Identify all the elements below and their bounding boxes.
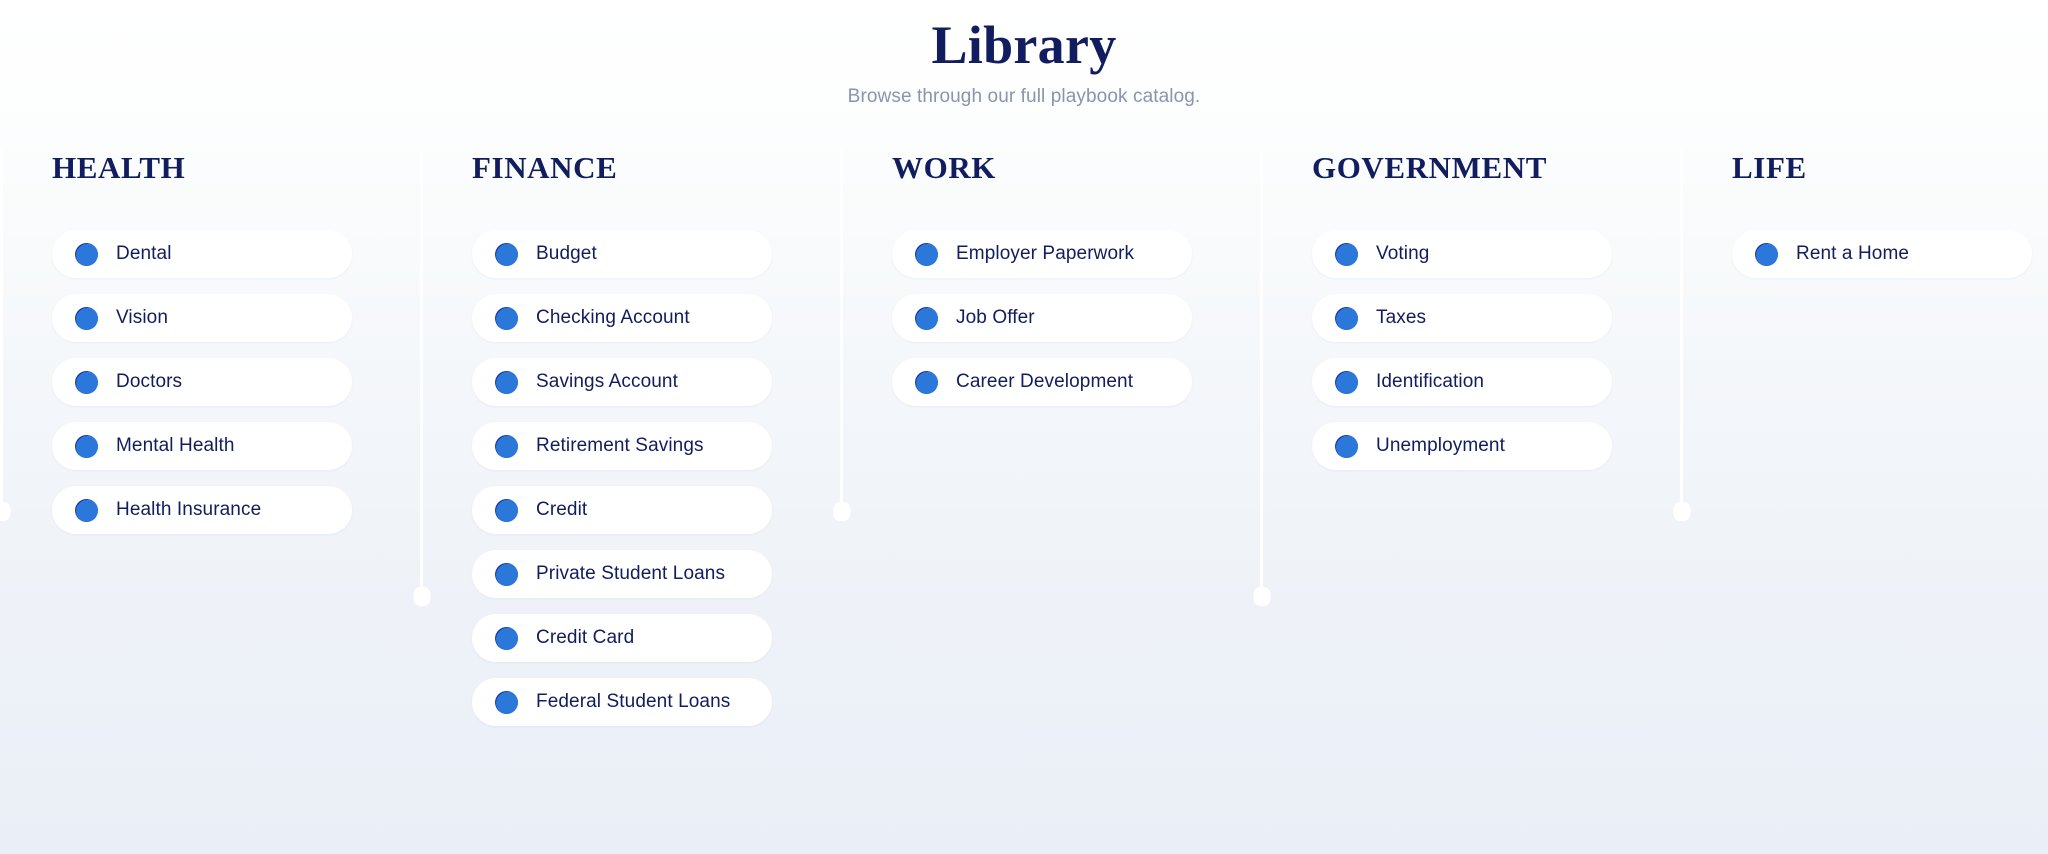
category-column-finance: FINANCE Budget Checking Account Savings Acc… [420,150,840,854]
overlapping-circles-icon [495,434,518,458]
overlapping-circles-icon [495,562,518,586]
playbook-item[interactable]: Career Development [892,358,1192,406]
overlapping-circles-icon [915,306,938,330]
playbook-item[interactable]: Unemployment [1312,422,1612,470]
playbook-item[interactable]: Job Offer [892,294,1192,342]
playbook-item-label: Taxes [1376,307,1427,328]
playbook-item-label: Credit Card [536,627,635,648]
playbook-item-label: Unemployment [1376,435,1505,456]
page-header: Library Browse through our full playbook… [0,0,2048,108]
playbook-list-finance: Budget Checking Account Savings Account Ret… [472,230,840,726]
playbook-item-label: Career Development [956,371,1134,392]
playbook-item[interactable]: Federal Student Loans [472,678,772,726]
column-divider-life [1680,150,1683,505]
playbook-item[interactable]: Employer Paperwork [892,230,1192,278]
overlapping-circles-icon [495,242,518,266]
overlapping-circles-icon [75,242,98,266]
playbook-item-label: Budget [536,243,597,264]
overlapping-circles-icon [915,242,938,266]
playbook-item-label: Credit [536,499,588,520]
playbook-item-label: Dental [116,243,172,264]
category-columns: HEALTH Dental Vision Doctors Mental Health He… [0,150,2048,854]
playbook-list-life: Rent a Home [1732,230,2048,278]
playbook-item-label: Employer Paperwork [956,243,1135,264]
playbook-item[interactable]: Savings Account [472,358,772,406]
playbook-item[interactable]: Retirement Savings [472,422,772,470]
playbook-item[interactable]: Credit Card [472,614,772,662]
overlapping-circles-icon [495,690,518,714]
category-column-government: GOVERNMENT Voting Taxes Identification Unemp… [1260,150,1680,854]
playbook-item-label: Identification [1376,371,1485,392]
playbook-item-label: Savings Account [536,371,678,392]
playbook-item-label: Rent a Home [1796,243,1910,264]
overlapping-circles-icon [495,498,518,522]
playbook-item-label: Doctors [116,371,183,392]
playbook-item[interactable]: Health Insurance [52,486,352,534]
playbook-item-label: Federal Student Loans [536,691,731,712]
page-subtitle: Browse through our full playbook catalog… [847,86,1201,108]
playbook-item[interactable]: Credit [472,486,772,534]
page-title: Library [931,15,1117,75]
playbook-item[interactable]: Doctors [52,358,352,406]
overlapping-circles-icon [75,370,98,394]
overlapping-circles-icon [495,370,518,394]
column-divider-work [840,150,843,505]
playbook-item[interactable]: Budget [472,230,772,278]
playbook-item[interactable]: Private Student Loans [472,550,772,598]
playbook-item[interactable]: Dental [52,230,352,278]
playbook-item-label: Health Insurance [116,499,262,520]
overlapping-circles-icon [495,626,518,650]
playbook-item[interactable]: Taxes [1312,294,1612,342]
playbook-item[interactable]: Mental Health [52,422,352,470]
playbook-item-label: Retirement Savings [536,435,704,456]
column-divider-finance [420,150,423,590]
playbook-item-label: Private Student Loans [536,563,726,584]
category-column-life: LIFE Rent a Home [1680,150,2048,854]
category-column-work: WORK Employer Paperwork Job Offer Career De… [840,150,1260,854]
playbook-item-label: Job Offer [956,307,1035,328]
playbook-item[interactable]: Checking Account [472,294,772,342]
playbook-list-health: Dental Vision Doctors Mental Health Health I… [52,230,420,534]
playbook-item[interactable]: Identification [1312,358,1612,406]
overlapping-circles-icon [915,370,938,394]
category-title-finance: FINANCE [472,150,618,185]
overlapping-circles-icon [75,306,98,330]
overlapping-circles-icon [1335,370,1358,394]
overlapping-circles-icon [1335,242,1358,266]
column-divider-government [1260,150,1263,590]
playbook-item-label: Mental Health [116,435,235,456]
overlapping-circles-icon [75,498,98,522]
category-column-health: HEALTH Dental Vision Doctors Mental Health He… [0,150,420,854]
playbook-item[interactable]: Voting [1312,230,1612,278]
playbook-item-label: Checking Account [536,307,690,328]
overlapping-circles-icon [495,306,518,330]
playbook-list-government: Voting Taxes Identification Unemployment [1312,230,1680,470]
category-title-government: GOVERNMENT [1312,150,1548,185]
playbook-item[interactable]: Vision [52,294,352,342]
playbook-list-work: Employer Paperwork Job Offer Career Develo… [892,230,1260,406]
overlapping-circles-icon [1335,434,1358,458]
category-title-work: WORK [892,150,997,185]
playbook-item-label: Voting [1376,243,1430,264]
column-divider-health [0,150,3,505]
playbook-item-label: Vision [116,307,169,328]
category-title-life: LIFE [1732,150,1807,185]
overlapping-circles-icon [75,434,98,458]
playbook-item[interactable]: Rent a Home [1732,230,2032,278]
overlapping-circles-icon [1335,306,1358,330]
overlapping-circles-icon [1755,242,1778,266]
category-title-health: HEALTH [52,150,186,185]
